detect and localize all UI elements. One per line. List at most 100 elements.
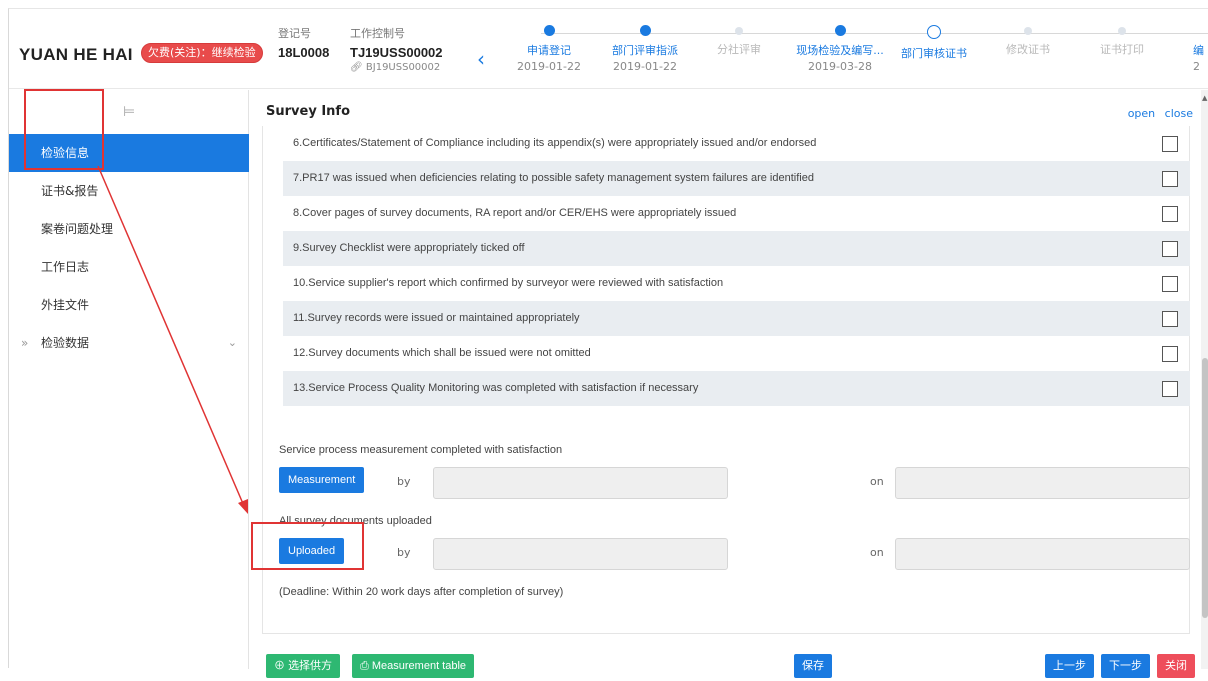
select-supplier-button[interactable]: ⊕ 选择供方: [266, 654, 341, 678]
checkbox[interactable]: [1162, 241, 1178, 257]
sidebar-item-label: 工作日志: [41, 260, 90, 274]
expand-prefix-icon: »: [21, 336, 29, 350]
app-window: YUAN HE HAI 欠费(关注)：继续检验 登记号 18L0008 工作控制…: [8, 8, 1208, 678]
link-icon: 🔗︎: [350, 62, 363, 73]
checkbox[interactable]: [1162, 311, 1178, 327]
control-no: TJ19USS00002: [350, 45, 443, 60]
checklist-row: 9.Survey Checklist were appropriately ti…: [283, 231, 1190, 266]
checklist-row: 13.Service Process Quality Monitoring wa…: [283, 371, 1190, 406]
measurement-table-button[interactable]: ⎙ Measurement table: [352, 654, 475, 678]
sidebar-item-label: 检验数据: [41, 336, 90, 350]
control-no-block: 工作控制号 TJ19USS00002 🔗︎ BJ19USS00002: [350, 25, 443, 73]
panel-title: Survey Info: [266, 104, 350, 119]
step-5[interactable]: 部门审核证书: [886, 25, 982, 63]
vessel-name: YUAN HE HAI: [19, 45, 133, 64]
scroll-thumb[interactable]: [1202, 358, 1208, 618]
checklist-row: 11.Survey records were issued or maintai…: [283, 301, 1190, 336]
checkbox[interactable]: [1162, 346, 1178, 362]
main-content: Survey Info open close 6.Certificates/St…: [250, 90, 1208, 678]
checkbox[interactable]: [1162, 136, 1178, 152]
step-name: 申请登记: [527, 44, 571, 57]
measurement-on-label: on: [870, 475, 884, 488]
control-sub-text: BJ19USS00002: [365, 62, 441, 73]
sidebar-item-label: 外挂文件: [41, 298, 90, 312]
control-no-label: 工作控制号: [350, 27, 405, 40]
close-button[interactable]: 关闭: [1157, 654, 1195, 678]
step-8[interactable]: 编 2: [1167, 25, 1208, 73]
checklist-row: 7.PR17 was issued when deficiencies rela…: [283, 161, 1190, 196]
step-name: 编: [1193, 44, 1204, 57]
step-name: 部门评审指派: [612, 44, 678, 57]
measurement-on-field[interactable]: [895, 467, 1190, 499]
step-name: 证书打印: [1100, 43, 1144, 56]
step-4[interactable]: 现场检验及编写... 2019-03-28: [792, 25, 888, 73]
chevron-down-icon: ⌄: [227, 336, 237, 349]
measurement-by-label: by: [397, 475, 411, 488]
sidebar-item-survey-data[interactable]: » 检验数据 ⌄: [9, 324, 249, 362]
measurement-by-field[interactable]: [433, 467, 728, 499]
step-2[interactable]: 部门评审指派 2019-01-22: [597, 25, 693, 73]
step-1[interactable]: 申请登记 2019-01-22: [501, 25, 597, 73]
control-sub: 🔗︎ BJ19USS00002: [350, 62, 443, 73]
step-dot: [927, 25, 941, 39]
menu-collapse-icon[interactable]: ⊨: [123, 104, 135, 120]
sidebar-item-attachments[interactable]: 外挂文件: [9, 286, 249, 324]
footer-toolbar: ⊕ 选择供方 ⎙ Measurement table 保存 上一步 下一步 关闭: [250, 649, 1208, 681]
close-link[interactable]: close: [1165, 107, 1193, 120]
step-6[interactable]: 修改证书: [980, 25, 1076, 59]
sidebar-item-certificates[interactable]: 证书&报告: [9, 172, 249, 210]
checklist: 6.Certificates/Statement of Compliance i…: [283, 126, 1190, 406]
uploaded-on-label: on: [870, 546, 884, 559]
reg-no-block: 登记号 18L0008: [278, 25, 329, 60]
status-badge: 欠费(关注)：继续检验: [141, 43, 263, 63]
step-dot: [639, 25, 651, 36]
uploaded-by-label: by: [397, 546, 411, 559]
reg-no-label: 登记号: [278, 27, 311, 40]
step-dot: [834, 25, 846, 36]
checkbox[interactable]: [1162, 171, 1178, 187]
step-date: 2019-01-22: [517, 60, 581, 73]
annotation-box-uploaded: [251, 522, 364, 570]
step-name: 现场检验及编写...: [796, 44, 884, 57]
step-dot: [735, 27, 743, 35]
step-date: 2019-01-22: [613, 60, 677, 73]
measurement-section-label: Service process measurement completed wi…: [279, 444, 563, 456]
sidebar-item-file-issues[interactable]: 案卷问题处理: [9, 210, 249, 248]
checklist-text: 10.Service supplier's report which confi…: [293, 277, 724, 289]
vertical-scrollbar[interactable]: ▲: [1201, 90, 1208, 669]
step-7[interactable]: 证书打印: [1074, 25, 1170, 59]
scroll-up-icon[interactable]: ▲: [1202, 94, 1207, 102]
step-3[interactable]: 分社评审: [691, 25, 787, 59]
uploaded-on-field[interactable]: [895, 538, 1190, 570]
step-name: 部门审核证书: [901, 47, 967, 60]
annotation-box-sidebar: [24, 89, 104, 170]
step-dot: [1118, 27, 1126, 35]
checklist-text: 7.PR17 was issued when deficiencies rela…: [293, 172, 814, 184]
checkbox[interactable]: [1162, 381, 1178, 397]
checklist-row: 6.Certificates/Statement of Compliance i…: [283, 126, 1190, 161]
printer-icon: ⎙: [360, 660, 369, 672]
survey-panel: 6.Certificates/Statement of Compliance i…: [262, 126, 1190, 634]
checkbox[interactable]: [1162, 276, 1178, 292]
sidebar-item-work-log[interactable]: 工作日志: [9, 248, 249, 286]
uploaded-by-field[interactable]: [433, 538, 728, 570]
checklist-text: 11.Survey records were issued or maintai…: [293, 312, 580, 324]
panel-links: open close: [1122, 107, 1193, 120]
chevron-left-icon[interactable]: ‹: [477, 47, 485, 71]
sidebar: ⊨ 检验信息 证书&报告 案卷问题处理 工作日志 外挂文件 » 检验数据 ⌄: [9, 90, 249, 669]
save-button[interactable]: 保存: [794, 654, 832, 678]
next-step-button[interactable]: 下一步: [1101, 654, 1150, 678]
prev-step-button[interactable]: 上一步: [1045, 654, 1094, 678]
open-link[interactable]: open: [1128, 107, 1155, 120]
step-name: 修改证书: [1006, 43, 1050, 56]
deadline-note: (Deadline: Within 20 work days after com…: [279, 586, 564, 598]
checkbox[interactable]: [1162, 206, 1178, 222]
sidebar-item-label: 证书&报告: [41, 184, 99, 198]
header: YUAN HE HAI 欠费(关注)：继续检验 登记号 18L0008 工作控制…: [9, 9, 1208, 89]
measurement-table-label: Measurement table: [371, 660, 467, 672]
select-supplier-label: 选择供方: [288, 660, 333, 672]
checklist-text: 13.Service Process Quality Monitoring wa…: [293, 382, 699, 394]
checklist-text: 12.Survey documents which shall be issue…: [293, 347, 591, 359]
step-date: 2: [1193, 60, 1200, 73]
measurement-button[interactable]: Measurement: [279, 467, 365, 493]
